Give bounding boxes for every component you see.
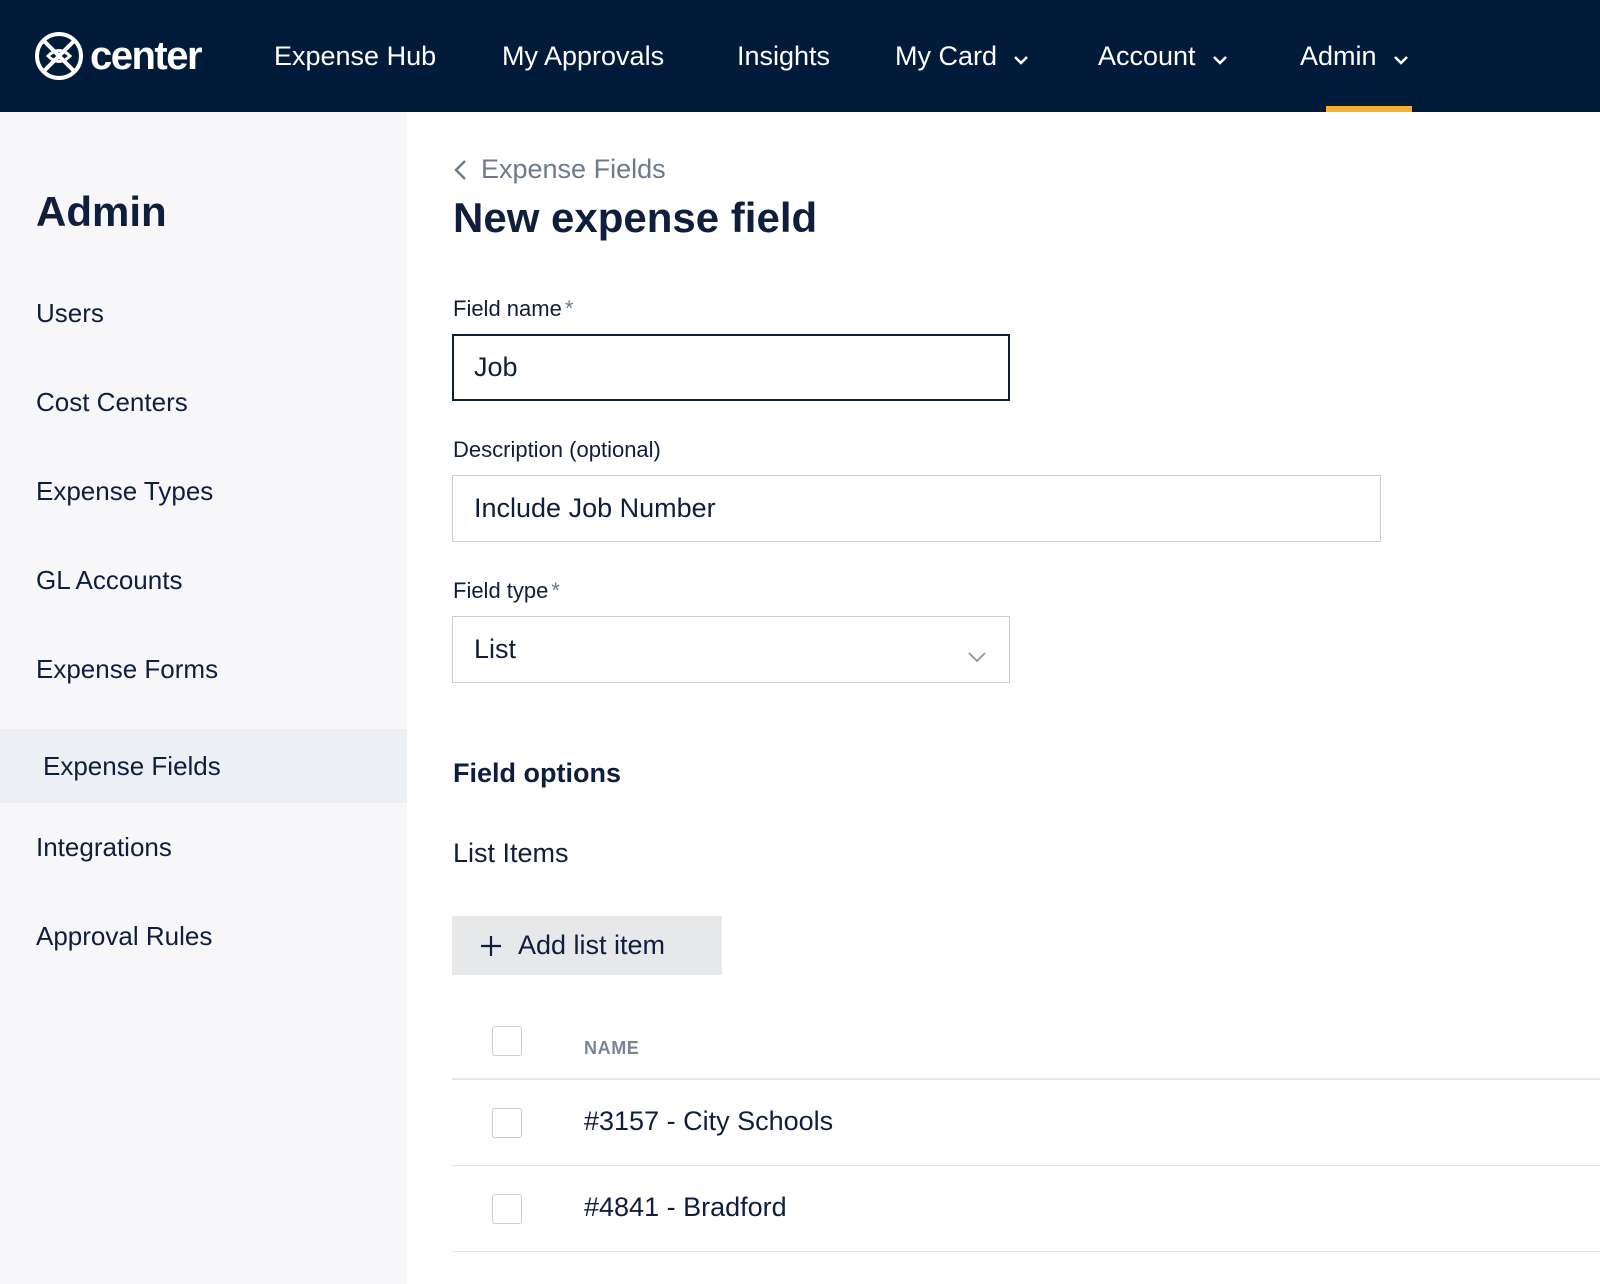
sidebar-item-label: Expense Types — [36, 475, 214, 506]
field-type-label: Field type * — [453, 578, 560, 604]
nav-label: Insights — [737, 40, 831, 71]
sidebar-item-gl-accounts[interactable]: GL Accounts — [0, 543, 407, 617]
sidebar-item-expense-fields[interactable]: Expense Fields — [0, 729, 407, 803]
add-list-item-button[interactable]: Add list item — [452, 916, 722, 975]
page-title: New expense field — [453, 194, 818, 241]
row-name: #3157 - City Schools — [584, 1106, 834, 1136]
nav-my-approvals[interactable]: My Approvals — [502, 0, 664, 112]
breadcrumb-back-link[interactable]: Expense Fields — [453, 154, 666, 185]
sidebar-item-integrations[interactable]: Integrations — [0, 810, 407, 884]
sidebar-title: Admin — [36, 188, 167, 235]
list-items-table: NAME #3157 - City Schools #4841 - Bradfo… — [452, 994, 1600, 1252]
field-name-value: Job — [474, 352, 518, 382]
table-row: #3157 - City Schools — [452, 1080, 1600, 1166]
nav-admin[interactable]: Admin — [1300, 0, 1409, 112]
center-logo-icon — [35, 32, 83, 80]
sidebar-item-label: Integrations — [36, 831, 172, 862]
select-all-checkbox[interactable] — [492, 1026, 522, 1056]
description-label: Description (optional) — [453, 437, 661, 463]
breadcrumb-label: Expense Fields — [481, 154, 666, 184]
field-type-label-text: Field type — [453, 578, 549, 603]
nav-label: Expense Hub — [274, 40, 437, 71]
chevron-down-icon — [1013, 41, 1029, 72]
row-checkbox[interactable] — [492, 1108, 522, 1138]
nav-label: Account — [1098, 40, 1196, 71]
description-value: Include Job Number — [474, 493, 716, 523]
table-header: NAME — [452, 994, 1600, 1080]
plus-icon — [481, 935, 501, 956]
top-navigation-bar: center Expense Hub My Approvals Insights… — [0, 0, 1600, 112]
nav-expense-hub[interactable]: Expense Hub — [274, 0, 436, 112]
sidebar-item-label: Expense Forms — [36, 653, 219, 684]
column-header-name[interactable]: NAME — [584, 1038, 639, 1059]
nav-label: Admin — [1300, 40, 1377, 71]
row-name: #4841 - Bradford — [584, 1192, 787, 1222]
nav-my-card[interactable]: My Card — [895, 0, 1029, 112]
chevron-down-icon — [967, 639, 987, 670]
nav-label: My Approvals — [502, 40, 665, 71]
field-name-label-text: Field name — [453, 296, 562, 321]
logo-text: center — [90, 34, 203, 78]
field-name-label: Field name * — [453, 296, 573, 322]
sidebar-item-users[interactable]: Users — [0, 276, 407, 350]
table-row: #4841 - Bradford — [452, 1166, 1600, 1252]
nav-label: My Card — [895, 40, 998, 71]
list-items-heading: List Items — [453, 838, 569, 868]
sidebar-item-cost-centers[interactable]: Cost Centers — [0, 365, 407, 439]
required-mark: * — [564, 296, 574, 321]
required-mark: * — [551, 578, 560, 603]
add-list-item-label: Add list item — [518, 930, 666, 960]
field-type-select[interactable]: List — [452, 616, 1010, 683]
sidebar-item-label: Users — [36, 297, 104, 328]
description-input[interactable]: Include Job Number — [452, 475, 1381, 542]
main-content: Expense Fields New expense field Field n… — [407, 112, 1600, 1284]
nav-account[interactable]: Account — [1098, 0, 1228, 112]
sidebar-item-label: GL Accounts — [36, 564, 183, 595]
nav-insights[interactable]: Insights — [737, 0, 830, 112]
sidebar-item-approval-rules[interactable]: Approval Rules — [0, 899, 407, 973]
field-options-heading: Field options — [453, 758, 621, 788]
sidebar-item-label: Expense Fields — [43, 750, 221, 781]
admin-sidebar: Admin Users Cost Centers Expense Types G… — [0, 112, 407, 1284]
chevron-left-icon — [454, 159, 466, 180]
field-type-value: List — [474, 634, 517, 664]
sidebar-item-label: Approval Rules — [36, 920, 213, 951]
center-logo[interactable]: center — [34, 30, 203, 82]
sidebar-item-expense-forms[interactable]: Expense Forms — [0, 632, 407, 706]
chevron-down-icon — [1212, 41, 1228, 72]
sidebar-item-label: Cost Centers — [36, 386, 188, 417]
description-label-text: Description (optional) — [453, 437, 661, 462]
field-name-input[interactable]: Job — [452, 334, 1010, 401]
chevron-down-icon — [1393, 41, 1409, 72]
sidebar-item-expense-types[interactable]: Expense Types — [0, 454, 407, 528]
row-checkbox[interactable] — [492, 1194, 522, 1224]
